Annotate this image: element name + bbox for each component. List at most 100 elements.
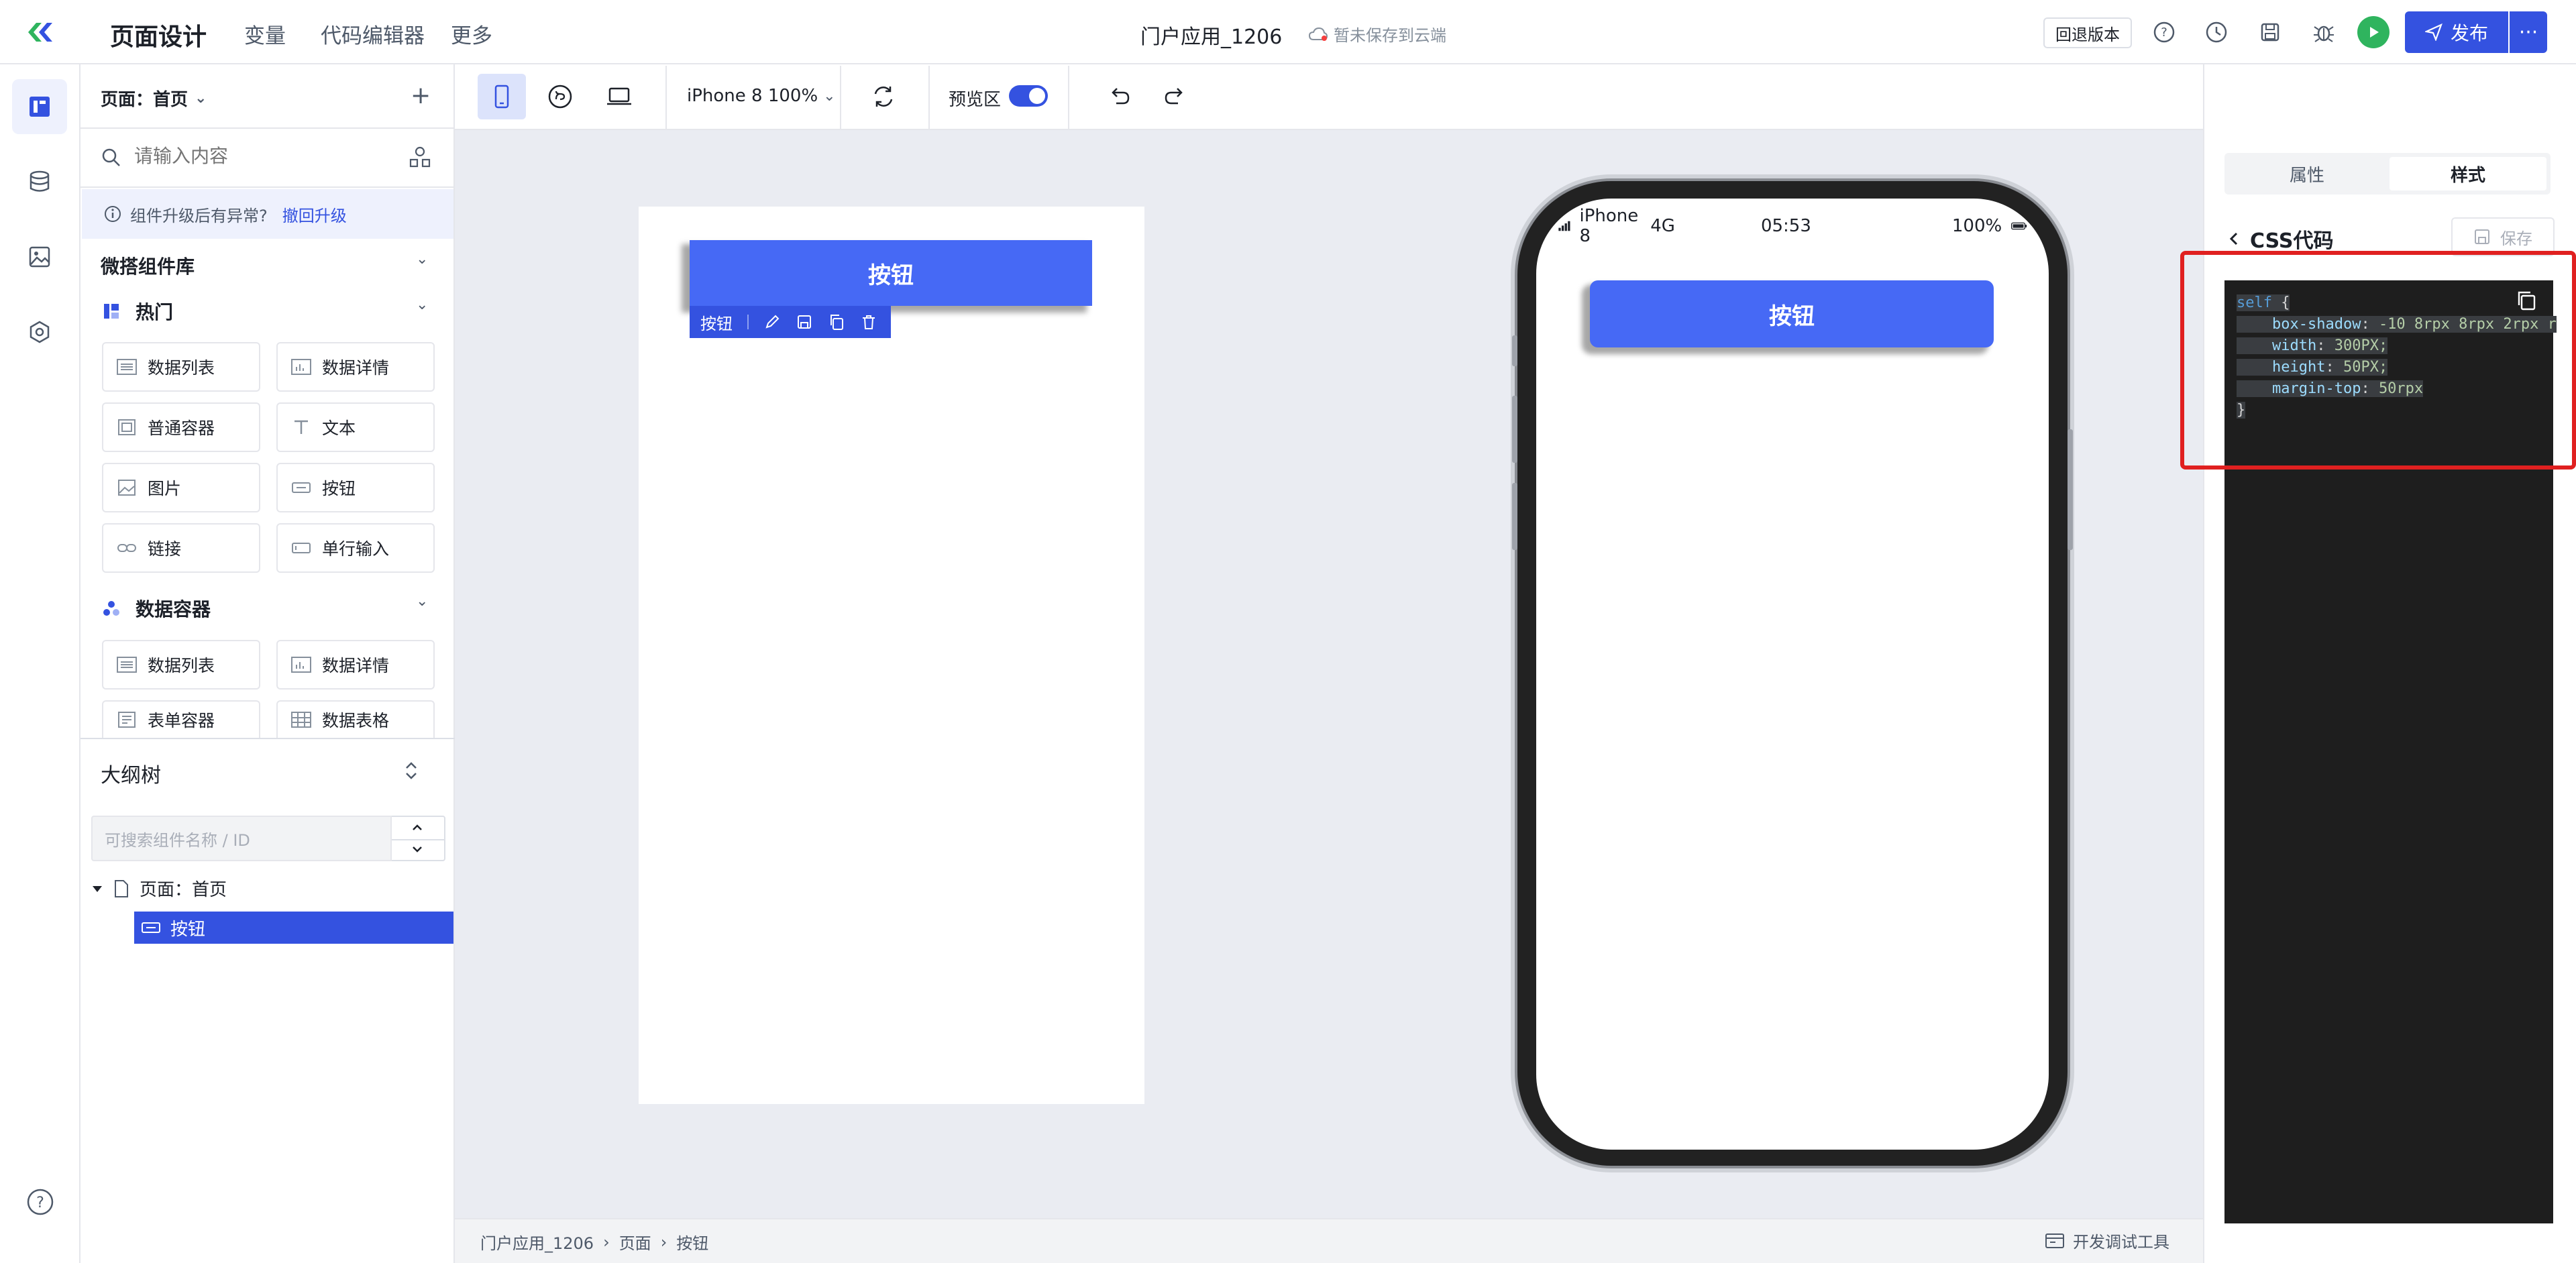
revert-version-button[interactable]: 回退版本 <box>2043 17 2132 48</box>
tree-node-button[interactable]: 按钮 <box>134 912 453 944</box>
comp-label: 普通容器 <box>148 419 215 438</box>
component-search-input[interactable] <box>134 145 389 167</box>
play-icon <box>2370 27 2379 38</box>
outline-search-input[interactable]: 可搜索组件名称 / ID <box>91 816 392 861</box>
annotation-highlight-box <box>2180 251 2576 470</box>
notice-text: 组件升级后有异常? <box>130 206 268 225</box>
hot-collapse-icon[interactable]: ⌄ <box>416 296 428 313</box>
comp-label: 数据列表 <box>148 656 215 675</box>
edit-icon[interactable] <box>763 313 781 331</box>
desktop-view-icon[interactable] <box>605 83 633 111</box>
comp-form-container[interactable]: 表单容器 <box>102 700 260 738</box>
comp-data-list-2[interactable]: 数据列表 <box>102 640 260 690</box>
rail-media[interactable] <box>12 229 67 284</box>
device-label: iPhone 8 100% <box>687 86 818 106</box>
tree-button-label: 按钮 <box>170 919 206 940</box>
undo-upgrade-link[interactable]: 撤回升级 <box>282 203 347 226</box>
app-logo-icon <box>25 19 55 46</box>
editor-artboard[interactable] <box>639 207 1144 1104</box>
nav-more[interactable]: 更多 <box>451 19 492 49</box>
phone-preview-button[interactable]: 按钮 <box>1590 280 1994 347</box>
table-icon <box>291 712 311 728</box>
tree-node-page[interactable]: 页面：首页 <box>91 876 227 901</box>
chevron-up-icon[interactable] <box>408 821 427 834</box>
breadcrumb: 门户应用_1206 › 页面 › 按钮 <box>480 1230 708 1254</box>
battery-label: 100% <box>1951 216 2002 236</box>
devtools-button[interactable]: 开发调试工具 <box>2045 1229 2169 1252</box>
hot-icon <box>104 304 119 319</box>
expand-collapse-icon[interactable] <box>402 761 420 781</box>
page-selector[interactable]: 页面：首页 ⌄ <box>101 86 207 111</box>
comp-button[interactable]: 按钮 <box>276 463 435 512</box>
breadcrumb-component[interactable]: 按钮 <box>676 1230 708 1254</box>
delete-icon[interactable] <box>860 313 877 331</box>
save-label: 保存 <box>2500 229 2532 248</box>
phone-icon <box>494 85 509 109</box>
phone-power-button <box>2068 429 2073 550</box>
input-icon <box>292 543 311 553</box>
comp-single-input[interactable]: 单行输入 <box>276 523 435 573</box>
copy-icon[interactable] <box>828 313 845 331</box>
css-code-header[interactable]: CSS代码 <box>2227 224 2333 254</box>
data-container-collapse-icon[interactable]: ⌄ <box>416 593 428 610</box>
miniprogram-view-icon[interactable] <box>546 83 574 111</box>
library-collapse-icon[interactable]: ⌄ <box>416 251 428 268</box>
devtools-label: 开发调试工具 <box>2073 1233 2169 1252</box>
cloud-warning-icon <box>1308 27 1328 42</box>
breadcrumb-page[interactable]: 页面 <box>619 1230 651 1254</box>
comp-data-list[interactable]: 数据列表 <box>102 342 260 392</box>
comp-label: 表单容器 <box>148 711 215 730</box>
tab-properties[interactable]: 属性 <box>2229 157 2385 190</box>
phone-side-button <box>1512 335 1517 366</box>
run-preview-button[interactable] <box>2357 16 2390 48</box>
debug-bug-icon[interactable] <box>2312 20 2336 44</box>
button-icon <box>142 922 160 933</box>
refresh-icon[interactable] <box>869 83 898 111</box>
selected-button-component[interactable]: 按钮 <box>690 240 1092 306</box>
toolbar-divider <box>840 66 841 129</box>
save-icon[interactable] <box>2258 20 2282 44</box>
network-label: 4G <box>1650 216 1675 236</box>
tab-style[interactable]: 样式 <box>2390 157 2546 190</box>
outline-title: 大纲树 <box>101 764 161 787</box>
comp-data-table[interactable]: 数据表格 <box>276 700 435 738</box>
comp-image[interactable]: 图片 <box>102 463 260 512</box>
comp-text[interactable]: 文本 <box>276 402 435 452</box>
toolbar-divider <box>665 66 667 129</box>
publish-more-button[interactable]: ··· <box>2510 11 2547 53</box>
comp-container[interactable]: 普通容器 <box>102 402 260 452</box>
page-design-title[interactable]: 页面设计 <box>110 17 207 52</box>
add-page-button[interactable]: + <box>411 82 431 109</box>
redo-icon[interactable] <box>1161 83 1189 111</box>
comp-data-detail[interactable]: 数据详情 <box>276 342 435 392</box>
save-icon[interactable] <box>796 313 813 331</box>
detail-icon <box>291 657 311 673</box>
breadcrumb-app[interactable]: 门户应用_1206 <box>480 1230 594 1254</box>
nav-code-editor[interactable]: 代码编辑器 <box>321 19 425 49</box>
preview-toggle[interactable] <box>1009 85 1048 107</box>
toggle-knob <box>1029 88 1045 104</box>
rail-components[interactable] <box>12 305 67 360</box>
nav-variables[interactable]: 变量 <box>244 19 286 49</box>
rail-database[interactable] <box>12 154 67 209</box>
help-icon[interactable]: ? <box>2152 20 2176 44</box>
hot-title: 热门 <box>136 301 174 323</box>
publish-button[interactable]: 发布 <box>2405 11 2508 53</box>
comp-link[interactable]: 链接 <box>102 523 260 573</box>
preview-label: 预览区 <box>949 90 1002 110</box>
data-container-header[interactable]: 数据容器 <box>102 595 211 622</box>
undo-icon[interactable] <box>1106 83 1134 111</box>
text-icon <box>294 420 308 434</box>
comp-data-detail-2[interactable]: 数据详情 <box>276 640 435 690</box>
layout-icon <box>30 97 50 117</box>
chevron-down-icon[interactable] <box>408 842 427 856</box>
help-center-icon[interactable]: ? <box>24 1186 56 1218</box>
hot-section-header[interactable]: 热门 <box>102 298 173 325</box>
history-icon[interactable] <box>2204 20 2229 44</box>
detail-icon <box>291 359 311 375</box>
mobile-view-button[interactable] <box>478 74 526 119</box>
svg-text:?: ? <box>36 1195 44 1211</box>
rail-page-design[interactable] <box>12 79 67 134</box>
component-manage-icon[interactable] <box>408 145 432 169</box>
device-selector[interactable]: iPhone 8 100% ⌄ <box>687 86 836 106</box>
